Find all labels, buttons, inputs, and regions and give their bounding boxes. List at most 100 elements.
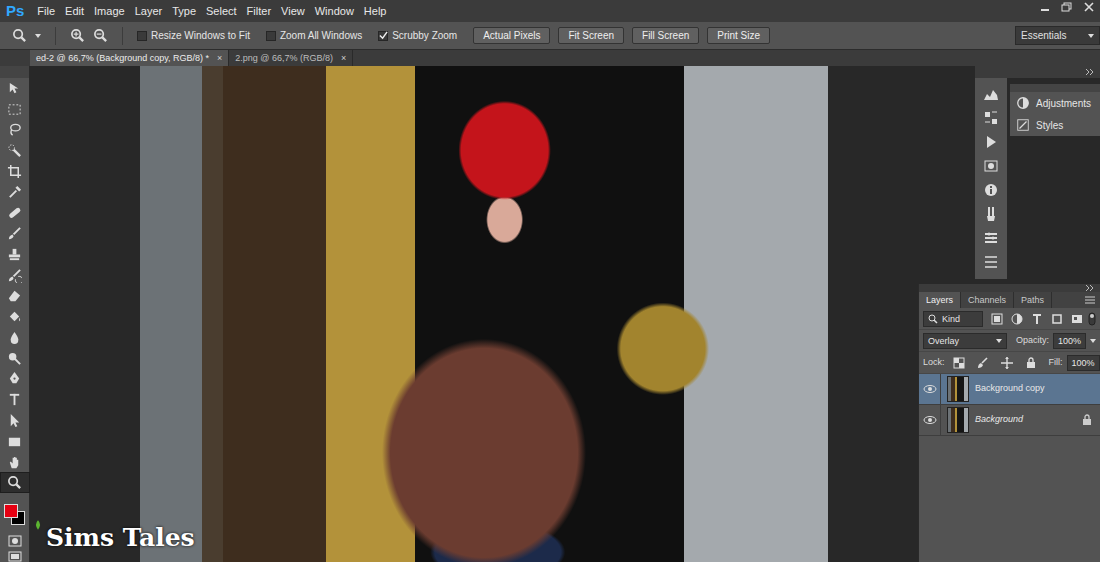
layer-thumbnail[interactable] [947, 376, 969, 402]
crop-icon[interactable] [7, 164, 22, 179]
minimize-icon[interactable] [1034, 0, 1056, 14]
tool-button[interactable] [0, 99, 30, 120]
tool-button[interactable] [0, 202, 30, 223]
tool-button[interactable] [0, 286, 30, 307]
menu-item[interactable]: Window [310, 0, 359, 22]
search-icon[interactable] [928, 314, 938, 324]
option-button[interactable]: Fill Screen [632, 27, 699, 44]
paint-bucket-icon[interactable] [7, 309, 22, 324]
tool-button[interactable] [0, 161, 30, 182]
checkbox-label[interactable]: Zoom All Windows [280, 28, 362, 43]
tool-button[interactable] [0, 369, 30, 390]
eraser-icon[interactable] [7, 288, 22, 303]
zoom-in-icon[interactable] [70, 28, 85, 43]
menu-item[interactable]: File [32, 0, 60, 22]
restore-icon[interactable] [1056, 0, 1078, 14]
tool-button[interactable] [0, 410, 30, 431]
menu-item[interactable]: View [276, 0, 310, 22]
lasso-icon[interactable] [7, 122, 22, 137]
blur-icon[interactable] [7, 330, 22, 345]
layer-row[interactable]: Background [919, 405, 1100, 436]
zoom-tool-icon[interactable] [12, 28, 27, 43]
adjustments-icon[interactable] [1016, 96, 1030, 110]
tool-button[interactable] [0, 348, 30, 369]
checkbox[interactable] [137, 31, 147, 41]
tool-button[interactable] [0, 452, 30, 473]
opacity-field[interactable]: 100% [1053, 333, 1086, 349]
lock-position-icon[interactable] [1001, 357, 1013, 369]
workspace-label[interactable]: Essentials [1021, 28, 1067, 43]
visibility-toggle[interactable] [919, 405, 941, 435]
tool-button[interactable] [0, 223, 30, 244]
styles-icon[interactable] [1016, 118, 1030, 132]
blend-mode-label[interactable]: Overlay [928, 334, 959, 348]
blend-mode-dropdown[interactable]: Overlay [923, 333, 1007, 349]
panel-tab[interactable]: Channels [961, 292, 1014, 308]
pixel-filter-icon[interactable] [991, 313, 1003, 325]
panel-item[interactable]: Styles [1010, 114, 1100, 136]
tool-presets-icon[interactable] [983, 254, 999, 270]
quick-select-icon[interactable] [7, 143, 22, 158]
type-filter-icon[interactable] [1031, 313, 1043, 325]
info-icon[interactable] [983, 110, 999, 126]
shape-filter-icon[interactable] [1051, 313, 1063, 325]
option-button[interactable]: Print Size [707, 27, 770, 44]
close-button[interactable]: × [217, 50, 222, 66]
rectangle-icon[interactable] [7, 434, 22, 449]
eye-icon[interactable] [923, 384, 937, 394]
menu-item[interactable]: Select [201, 0, 242, 22]
tool-button[interactable] [0, 119, 30, 140]
close-icon[interactable] [1078, 0, 1100, 14]
canvas-area[interactable] [30, 66, 975, 562]
hand-icon[interactable] [7, 455, 22, 470]
collapse-icon[interactable] [1085, 68, 1094, 76]
quick-mask-icon[interactable] [8, 535, 22, 547]
checkbox-option[interactable]: Scrubby Zoom [378, 28, 457, 43]
panel-tab[interactable]: Paths [1014, 292, 1052, 308]
close-button[interactable]: × [341, 50, 346, 66]
smart-object-filter-icon[interactable] [1071, 313, 1083, 325]
dropdown-arrow-icon[interactable] [1088, 34, 1094, 38]
tool-button[interactable] [0, 431, 30, 452]
panel-menu-icon[interactable] [1080, 292, 1100, 308]
tool-button[interactable] [0, 472, 30, 493]
checkbox-option[interactable]: Resize Windows to Fit [137, 28, 250, 43]
lock-all-icon[interactable] [1025, 357, 1037, 369]
dropdown-arrow-icon[interactable] [996, 339, 1002, 343]
fill-field[interactable]: 100% [1067, 355, 1100, 371]
healing-icon[interactable] [7, 205, 22, 220]
brush-icon[interactable] [7, 226, 22, 241]
workspace-switcher[interactable]: Essentials [1015, 26, 1100, 45]
move-icon[interactable] [7, 81, 22, 96]
tool-button[interactable] [0, 140, 30, 161]
document-tab[interactable]: 2.png @ 66,7% (RGB/8)× [229, 50, 353, 66]
marquee-icon[interactable] [7, 102, 22, 117]
history-brush-icon[interactable] [7, 268, 22, 283]
histogram-icon[interactable] [983, 86, 999, 102]
zoom-out-icon[interactable] [93, 28, 108, 43]
eyedropper-icon[interactable] [7, 185, 22, 200]
visibility-toggle[interactable] [919, 374, 941, 404]
eye-icon[interactable] [923, 415, 937, 425]
checkbox[interactable] [378, 31, 388, 41]
menu-item[interactable]: Filter [242, 0, 276, 22]
layer-thumbnail[interactable] [947, 407, 969, 433]
checkbox-label[interactable]: Scrubby Zoom [392, 28, 457, 43]
brush-presets-icon[interactable] [983, 206, 999, 222]
lock-pixels-icon[interactable] [977, 357, 989, 369]
filter-kind-dropdown[interactable]: Kind [923, 311, 983, 327]
document-tab[interactable]: ed-2 @ 66,7% (Background copy, RGB/8) *× [30, 50, 229, 66]
option-button[interactable]: Actual Pixels [473, 27, 550, 44]
menu-item[interactable]: Help [359, 0, 392, 22]
document-image[interactable] [140, 66, 828, 562]
foreground-color[interactable] [4, 504, 18, 518]
adjustment-filter-icon[interactable] [1011, 313, 1023, 325]
properties-icon[interactable] [983, 158, 999, 174]
swatches-icon[interactable] [983, 230, 999, 246]
menu-item[interactable]: Image [89, 0, 130, 22]
color-swatches[interactable] [0, 501, 30, 531]
panel-item[interactable]: Adjustments [1010, 92, 1100, 114]
tool-button[interactable] [0, 389, 30, 410]
tool-button[interactable] [0, 306, 30, 327]
path-select-icon[interactable] [7, 413, 22, 428]
